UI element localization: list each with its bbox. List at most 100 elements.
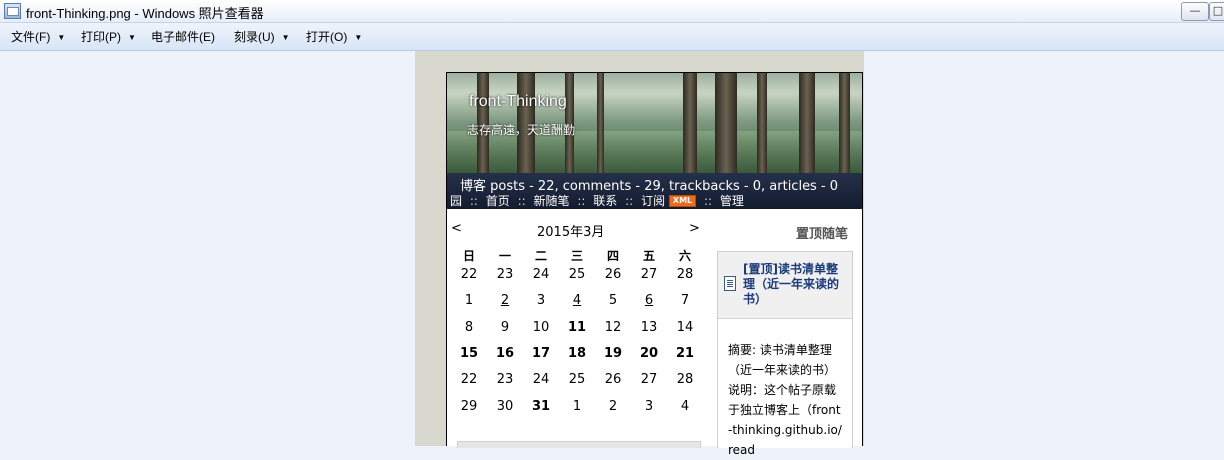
calendar-day: 22 <box>460 267 478 282</box>
calendar-day-link[interactable]: 4 <box>559 293 595 308</box>
calendar-title: 2015年3月 <box>537 225 605 240</box>
calendar-footer-box <box>457 441 701 448</box>
calendar-day-link[interactable]: 2 <box>487 293 523 308</box>
banner-tree <box>757 73 767 173</box>
calendar-day: 27 <box>640 372 658 388</box>
calendar-day: 11 <box>567 319 587 335</box>
calendar-day: 28 <box>676 372 694 388</box>
calendar-day: 4 <box>680 398 690 414</box>
menu-print-label: 打印(P) <box>81 30 121 44</box>
nav-separator: :: <box>625 194 634 208</box>
maximize-button[interactable]: □ <box>1209 2 1224 21</box>
calendar-day: 24 <box>532 372 550 388</box>
menu-open[interactable]: 打开(O) ▼ <box>306 28 362 45</box>
menu-file-label: 文件(F) <box>11 30 51 44</box>
menu-email-label: 电子邮件(E) <box>151 30 215 44</box>
calendar-day: 26 <box>604 372 622 388</box>
calendar-day: 21 <box>675 345 695 361</box>
nav-home-link[interactable]: 首页 <box>486 194 510 208</box>
xml-feed-badge[interactable]: XML <box>668 195 697 207</box>
calendar-day: 1 <box>464 293 474 309</box>
calendar-weekday: 六 <box>678 249 691 263</box>
calendar-day: 22 <box>460 372 478 388</box>
nav-separator: :: <box>703 194 713 208</box>
calendar-weekday: 日 <box>462 249 475 263</box>
calendar-day: 10 <box>532 319 550 335</box>
blog-header-banner: front-Thinking 志存高遠，天道酬勤 <box>447 73 862 173</box>
calendar-day: 7 <box>680 293 690 309</box>
calendar-day-link[interactable]: 6 <box>631 293 667 308</box>
calendar-day: 25 <box>568 267 586 282</box>
nav-separator: :: <box>517 194 526 208</box>
calendar-day: 1 <box>572 398 582 414</box>
window-title: front-Thinking.png - Windows 照片查看器 <box>26 6 264 21</box>
chevron-down-icon: ▼ <box>57 33 66 42</box>
calendar-weekday: 四 <box>606 249 619 263</box>
pinned-posts-heading: 置顶随笔 <box>796 227 849 242</box>
calendar-week-row: 8 9 10 11 12 13 14 <box>451 320 701 346</box>
nav-separator: :: <box>577 194 586 208</box>
calendar-day: 25 <box>568 372 586 388</box>
calendar-weekday: 二 <box>534 249 547 263</box>
chevron-down-icon: ▼ <box>354 33 363 42</box>
calendar-day: 17 <box>531 345 551 361</box>
calendar-day: 23 <box>496 267 514 282</box>
nav-prefix: 园 <box>450 194 463 208</box>
calendar-day: 3 <box>536 293 546 309</box>
menu-bar: 文件(F) ▼ 打印(P) ▼ 电子邮件(E) 刻录(U) ▼ 打开(O) ▼ <box>0 23 1224 51</box>
banner-tree <box>715 73 737 173</box>
calendar-week-row: 22 23 24 25 26 27 28 <box>451 267 701 293</box>
blog-subtitle: 志存高遠，天道酬勤 <box>467 123 576 137</box>
calendar-day: 12 <box>604 319 622 335</box>
displayed-image: front-Thinking 志存高遠，天道酬勤 博客 posts - 22, … <box>446 72 863 457</box>
blog-nav-links: 园 :: 首页 :: 新随笔 :: 联系 :: 订阅 XML :: 管理 <box>450 192 744 209</box>
calendar-day: 28 <box>676 267 694 282</box>
calendar-day: 20 <box>639 345 659 361</box>
calendar-day: 30 <box>496 398 514 414</box>
calendar-day: 18 <box>567 345 587 361</box>
calendar-week-row: 22 23 24 25 26 27 28 <box>451 372 701 398</box>
calendar-week-row: 1234567 <box>451 293 701 319</box>
calendar-day: 3 <box>644 398 654 414</box>
calendar-weekday: 五 <box>642 249 655 263</box>
chevron-down-icon: ▼ <box>281 33 290 42</box>
calendar-day: 9 <box>500 319 510 335</box>
nav-separator: :: <box>469 194 478 208</box>
calendar-prev-month[interactable]: < <box>451 221 462 236</box>
calendar-day: 8 <box>464 319 474 335</box>
calendar-day: 13 <box>640 319 658 335</box>
calendar-day: 29 <box>460 398 478 414</box>
blog-title[interactable]: front-Thinking <box>469 93 567 111</box>
calendar-day: 2 <box>608 398 618 414</box>
calendar-day: 23 <box>496 372 514 388</box>
calendar-day: 19 <box>603 345 623 361</box>
menu-burn-label: 刻录(U) <box>234 30 275 44</box>
calendar-day: 31 <box>531 398 551 414</box>
calendar-week-row: 15 16 17 18 19 20 21 <box>451 346 701 372</box>
nav-subscribe-link[interactable]: 订阅 <box>641 194 665 208</box>
nav-new-post-link[interactable]: 新随笔 <box>534 194 570 208</box>
photo-viewer-icon <box>4 3 21 19</box>
menu-open-label: 打开(O) <box>306 30 348 44</box>
calendar-day: 14 <box>676 319 694 335</box>
pinned-post-header: [置顶]读书清单整理（近一年来读的书） <box>718 252 852 319</box>
menu-file[interactable]: 文件(F) ▼ <box>11 28 65 45</box>
minimize-button[interactable]: — <box>1181 2 1209 21</box>
nav-contact-link[interactable]: 联系 <box>593 194 617 208</box>
nav-manage-link[interactable]: 管理 <box>720 194 744 208</box>
calendar-weekday: 三 <box>570 249 583 263</box>
blog-navbar: 博客 posts - 22, comments - 29, trackbacks… <box>447 173 862 209</box>
window-titlebar: front-Thinking.png - Windows 照片查看器 — □ <box>0 0 1224 23</box>
calendar-day: 24 <box>532 267 550 282</box>
calendar-next-month[interactable]: > <box>689 221 700 236</box>
banner-tree <box>683 73 697 173</box>
menu-email[interactable]: 电子邮件(E) <box>151 28 215 45</box>
chevron-down-icon: ▼ <box>128 33 136 42</box>
calendar-day: 26 <box>604 267 622 282</box>
menu-burn[interactable]: 刻录(U) ▼ <box>234 28 290 45</box>
pinned-post-title[interactable]: [置顶]读书清单整理（近一年来读的书） <box>743 262 847 307</box>
banner-tree <box>799 73 815 173</box>
menu-print[interactable]: 打印(P) ▼ <box>81 28 136 45</box>
calendar-day: 5 <box>608 293 618 309</box>
pinned-post-card: [置顶]读书清单整理（近一年来读的书） 摘要: 读书清单整理（近一年来读的书） … <box>717 251 853 457</box>
